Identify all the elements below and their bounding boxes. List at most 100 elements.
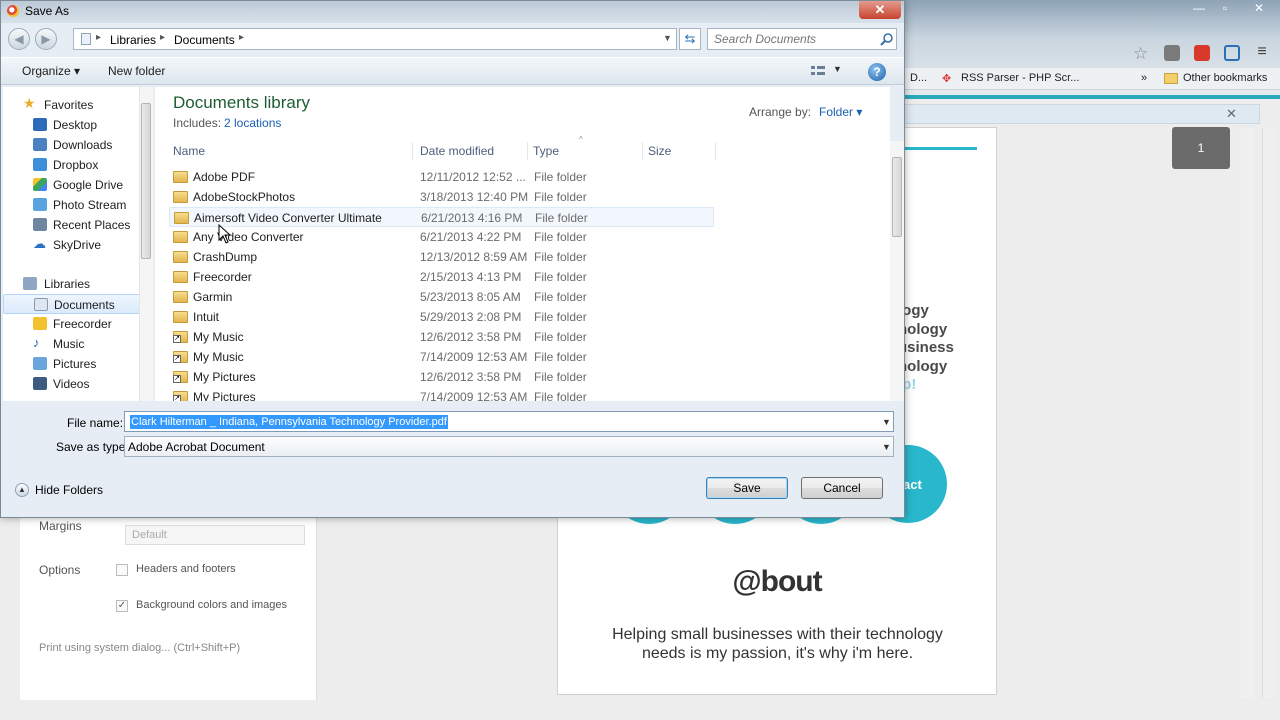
headers-footers-checkbox[interactable] — [116, 564, 128, 576]
column-divider[interactable] — [642, 142, 643, 160]
star-icon[interactable]: ☆ — [1133, 44, 1148, 64]
column-header-date[interactable]: Date modified — [420, 144, 494, 158]
file-row[interactable]: AdobeStockPhotos 3/18/2013 12:40 PM File f… — [169, 187, 714, 207]
page-text-fragment: nology — [898, 321, 948, 338]
documents-icon — [34, 298, 48, 311]
column-divider[interactable] — [527, 142, 528, 160]
nav-favorites[interactable]: ★ Favorites — [3, 95, 141, 115]
hide-folders-button[interactable]: ▲ Hide Folders — [15, 482, 105, 500]
nav-item-recent-places[interactable]: Recent Places — [3, 215, 141, 235]
file-date: 12/11/2012 12:52 ... — [420, 170, 526, 184]
breadcrumb-libraries[interactable]: Libraries — [110, 33, 156, 47]
chevron-right-icon[interactable]: ▸ — [96, 32, 101, 43]
chevron-down-icon[interactable]: ▼ — [663, 33, 672, 43]
nav-item-photo-stream[interactable]: Photo Stream — [3, 195, 141, 215]
gmail-icon[interactable] — [1194, 45, 1210, 61]
close-icon[interactable]: ✕ — [1246, 0, 1272, 18]
file-row[interactable]: Garmin 5/23/2013 8:05 AM File folder — [169, 287, 714, 307]
column-divider[interactable] — [715, 142, 716, 160]
screen-capture-icon[interactable] — [1224, 45, 1240, 61]
nav-label: Videos — [53, 377, 90, 391]
file-row[interactable]: Any Video Converter 6/21/2013 4:22 PM File… — [169, 227, 714, 247]
new-folder-button[interactable]: New folder — [108, 64, 165, 78]
page-scrollbar[interactable] — [1262, 128, 1276, 698]
file-name-field[interactable]: Clark Hilterman _ Indiana, Pennsylvania … — [124, 411, 894, 432]
menu-icon[interactable]: ≡ — [1254, 44, 1270, 61]
includes-label: Includes: — [173, 116, 222, 130]
file-row[interactable]: ↗ My Pictures 12/6/2012 3:58 PM File folder — [169, 367, 714, 387]
nav-item-freecorder[interactable]: Freecorder — [3, 314, 141, 334]
organize-button[interactable]: Organize ▾ — [22, 64, 80, 78]
dialog-close-button[interactable]: ✕ — [859, 1, 901, 19]
file-row[interactable]: ↗ My Pictures 7/14/2009 12:53 AM File folde… — [169, 387, 714, 401]
save-as-dialog: Save As ✕ ◀ ▶ ▸ Libraries ▸ Documents ▸ … — [0, 0, 905, 518]
nav-item-downloads[interactable]: Downloads — [3, 135, 141, 155]
bookmark-other[interactable]: Other bookmarks — [1183, 72, 1267, 84]
file-row[interactable]: Freecorder 2/15/2013 4:13 PM File folder — [169, 267, 714, 287]
breadcrumb-documents[interactable]: Documents — [174, 33, 235, 47]
file-row[interactable]: ↗ My Music 7/14/2009 12:53 AM File folder — [169, 347, 714, 367]
bookmark-item-rss[interactable]: RSS Parser - PHP Scr... — [961, 72, 1079, 84]
refresh-icon[interactable]: ⇆ — [679, 28, 701, 50]
column-header-size[interactable]: Size — [648, 144, 671, 158]
arrange-by-select[interactable]: Folder ▾ — [819, 105, 862, 119]
column-divider[interactable] — [412, 142, 413, 160]
chevron-down-icon[interactable]: ▼ — [882, 417, 891, 427]
system-dialog-link[interactable]: Print using system dialog... (Ctrl+Shift… — [39, 642, 240, 654]
file-type: File folder — [534, 330, 587, 344]
search-icon[interactable] — [880, 32, 894, 46]
nav-item-videos[interactable]: Videos — [3, 374, 141, 394]
maximize-icon[interactable]: ▫ — [1212, 0, 1238, 18]
file-row[interactable]: Aimersoft Video Converter Ultimate 6/21/2… — [169, 207, 714, 227]
preview-scrollbar[interactable] — [1240, 128, 1254, 698]
bookmarks-overflow[interactable]: » — [1141, 72, 1147, 84]
search-input[interactable] — [714, 32, 874, 46]
column-header-type[interactable]: Type — [533, 144, 559, 158]
navigation-pane: ★ Favorites Desktop Downloads Dropbox Go… — [3, 87, 153, 401]
column-header-name[interactable]: Name — [173, 144, 205, 158]
nav-item-desktop[interactable]: Desktop — [3, 115, 141, 135]
file-row[interactable]: Adobe PDF 12/11/2012 12:52 ... File folder — [169, 167, 714, 187]
chevron-right-icon[interactable]: ▸ — [160, 32, 165, 43]
chevron-right-icon[interactable]: ▸ — [239, 32, 244, 43]
nav-scrollbar-thumb[interactable] — [141, 103, 151, 259]
file-date: 7/14/2009 12:53 AM — [420, 350, 528, 364]
nav-item-dropbox[interactable]: Dropbox — [3, 155, 141, 175]
chevron-down-icon[interactable]: ▼ — [833, 64, 842, 74]
file-row[interactable]: CrashDump 12/13/2012 8:59 AM File folder — [169, 247, 714, 267]
bookmark-item[interactable]: D... — [910, 72, 927, 84]
preview-header — [900, 104, 1260, 124]
extension-icon[interactable] — [1164, 45, 1180, 61]
folder-icon — [1164, 73, 1178, 84]
file-date: 5/29/2013 2:08 PM — [420, 310, 522, 324]
file-row[interactable]: Intuit 5/29/2013 2:08 PM File folder — [169, 307, 714, 327]
cancel-button[interactable]: Cancel — [801, 477, 883, 499]
nav-item-skydrive[interactable]: ☁ SkyDrive — [3, 235, 141, 255]
nav-item-google-drive[interactable]: Google Drive — [3, 175, 141, 195]
search-box[interactable] — [707, 28, 897, 50]
file-row[interactable]: ↗ My Music 12/6/2012 3:58 PM File folder — [169, 327, 714, 347]
locations-link[interactable]: 2 locations — [224, 116, 281, 130]
nav-item-music[interactable]: ♪ Music — [3, 334, 141, 354]
help-icon[interactable]: ? — [868, 63, 886, 81]
file-name: Freecorder — [193, 270, 252, 284]
save-type-select[interactable]: Adobe Acrobat Document ▼ — [124, 436, 894, 457]
file-list-scrollbar-thumb[interactable] — [892, 157, 902, 237]
bg-colors-checkbox[interactable]: ✓ — [116, 600, 128, 612]
dialog-titlebar: Save As ✕ — [1, 1, 904, 23]
file-name-input[interactable]: Clark Hilterman _ Indiana, Pennsylvania … — [130, 415, 448, 429]
address-bar[interactable]: ▸ Libraries ▸ Documents ▸ ▼ — [73, 28, 677, 50]
view-options-icon[interactable] — [810, 64, 826, 78]
save-button[interactable]: Save — [706, 477, 788, 499]
nav-item-documents[interactable]: Documents — [3, 294, 141, 314]
forward-button[interactable]: ▶ — [35, 28, 57, 50]
chevron-down-icon[interactable]: ▼ — [882, 442, 891, 452]
minimize-icon[interactable]: — — [1186, 0, 1212, 18]
file-name: My Pictures — [193, 390, 256, 401]
close-preview-icon[interactable]: ✕ — [1226, 106, 1237, 122]
back-button[interactable]: ◀ — [8, 28, 30, 50]
folder-icon — [173, 191, 188, 203]
margins-select[interactable]: Default — [125, 525, 305, 545]
nav-item-pictures[interactable]: Pictures — [3, 354, 141, 374]
nav-libraries[interactable]: Libraries — [3, 274, 141, 294]
